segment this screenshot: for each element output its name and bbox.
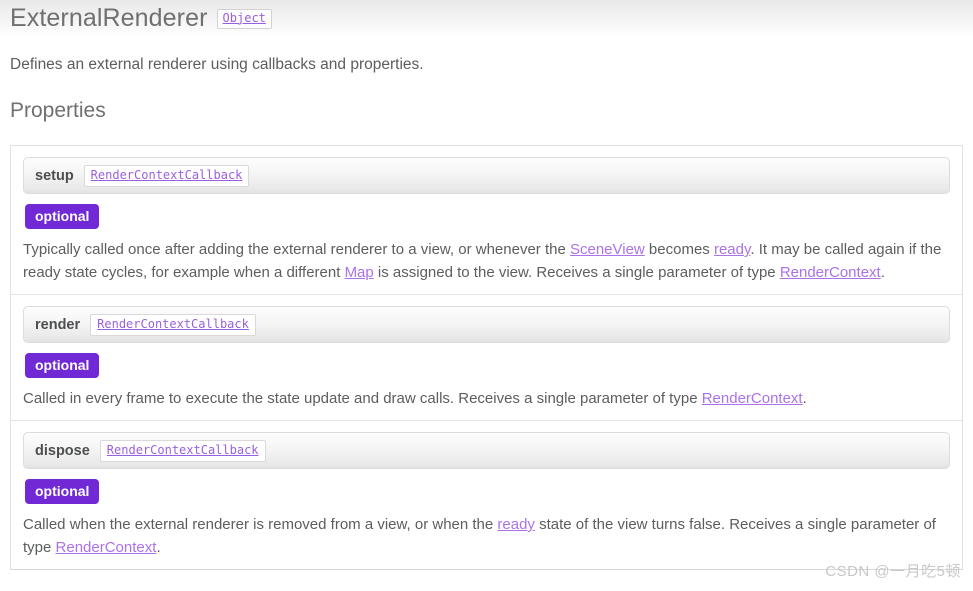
property-signature-bar: dispose RenderContextCallback [23, 432, 950, 469]
property-badges: optional [25, 353, 950, 378]
property-signature-bar: setup RenderContextCallback [23, 157, 950, 194]
inline-link-ready[interactable]: ready [714, 241, 750, 258]
property-description: Typically called once after adding the e… [23, 241, 942, 281]
watermark: CSDN @一月吃5顿 [825, 563, 961, 580]
optional-badge: optional [25, 353, 100, 378]
inline-link-map[interactable]: Map [345, 264, 374, 281]
property-type-link[interactable]: RenderContextCallback [83, 164, 250, 187]
property-row: dispose RenderContextCallback optional Call… [11, 421, 962, 569]
property-name: render [35, 316, 81, 333]
inline-link-rendercontext[interactable]: RenderContext [780, 264, 881, 281]
property-name: setup [35, 167, 74, 184]
property-row: render RenderContextCallback optional Calle… [11, 295, 962, 421]
object-type-badge[interactable]: Object [216, 8, 272, 29]
property-type-link[interactable]: RenderContextCallback [90, 313, 256, 336]
optional-badge: optional [25, 479, 100, 504]
property-description: Called in every frame to execute the sta… [23, 390, 807, 407]
inline-link-rendercontext[interactable]: RenderContext [56, 539, 157, 556]
page-description: Defines an external renderer using callb… [10, 56, 424, 73]
optional-badge: optional [25, 204, 100, 229]
section-heading-properties: Properties [10, 99, 106, 122]
properties-table: setup RenderContextCallback optional Typica… [10, 145, 963, 570]
property-type-link[interactable]: RenderContextCallback [99, 439, 266, 462]
property-badges: optional [25, 479, 950, 504]
property-description: Called when the external renderer is rem… [23, 516, 936, 556]
inline-link-rendercontext[interactable]: RenderContext [702, 390, 803, 407]
property-row: setup RenderContextCallback optional Typica… [11, 146, 962, 295]
inline-link-ready[interactable]: ready [497, 516, 535, 533]
property-signature-bar: render RenderContextCallback [23, 306, 950, 343]
property-badges: optional [25, 204, 950, 229]
page-header: ExternalRenderer Object [0, 0, 973, 38]
page-title: ExternalRenderer [10, 4, 208, 32]
property-name: dispose [35, 442, 90, 459]
inline-link-sceneview[interactable]: SceneView [570, 241, 645, 258]
